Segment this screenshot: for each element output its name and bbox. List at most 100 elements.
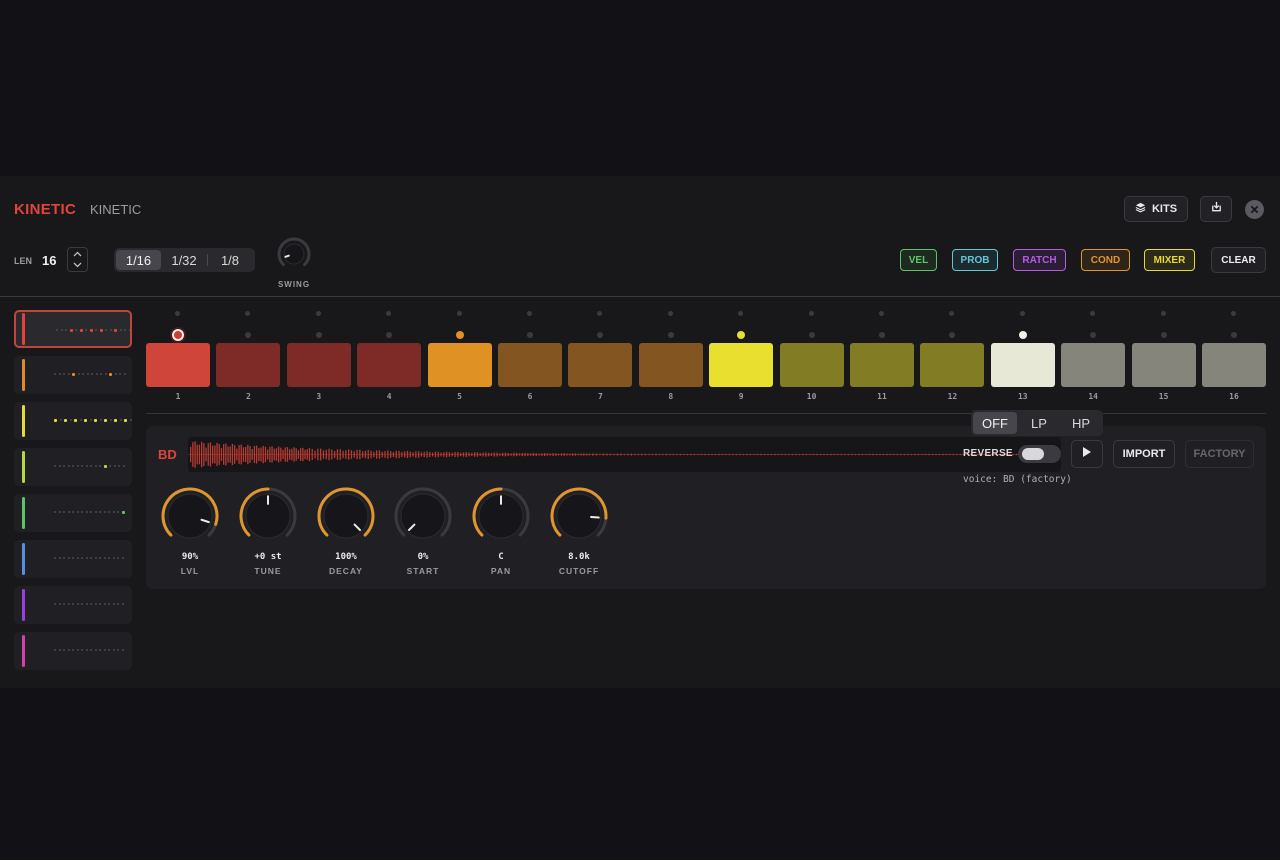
knob-decay[interactable]: 100% DECAY: [316, 486, 376, 576]
step-pad[interactable]: [498, 343, 562, 387]
import-button[interactable]: IMPORT: [1113, 440, 1175, 468]
resolution-option[interactable]: 1/32: [161, 250, 207, 270]
pattern-dot: [79, 328, 83, 332]
pattern-dot: [81, 465, 83, 467]
tag-vel[interactable]: VEL: [900, 249, 937, 271]
waveform-sample: [697, 453, 699, 456]
track-row[interactable]: [14, 356, 132, 394]
play-button[interactable]: [1071, 440, 1103, 468]
resolution-option[interactable]: 1/8: [208, 250, 252, 270]
pattern-dot: [72, 603, 74, 605]
waveform-sample: [256, 445, 258, 464]
reverse-toggle[interactable]: [1018, 445, 1061, 463]
waveform-sample: [865, 453, 867, 456]
track-color-bar: [22, 451, 25, 483]
pattern-dot: [60, 329, 63, 331]
step-pad[interactable]: [638, 343, 703, 387]
tag-ratch[interactable]: RATCH: [1013, 249, 1066, 271]
waveform-sample: [504, 452, 507, 457]
waveform-sample: [882, 453, 885, 456]
tag-prob[interactable]: PROB: [952, 249, 998, 271]
kits-button[interactable]: KITS: [1124, 196, 1188, 222]
step-pad[interactable]: [779, 343, 844, 387]
divider: [0, 296, 1280, 297]
pattern-dot: [72, 372, 75, 376]
waveform-sample: [530, 453, 532, 456]
waveform-sample: [499, 453, 501, 456]
pattern-dot: [109, 372, 112, 376]
knob-cutoff[interactable]: 8.0k CUTOFF: [549, 486, 609, 576]
waveform-sample: [465, 452, 467, 457]
step-pad[interactable]: [568, 343, 633, 387]
knob-graphic[interactable]: [316, 486, 376, 546]
knob-graphic[interactable]: [238, 486, 298, 546]
length-stepper[interactable]: [67, 247, 88, 272]
waveform-sample: [300, 448, 302, 461]
close-button[interactable]: [1245, 200, 1264, 219]
trig-indicator: [175, 311, 180, 316]
filter-option[interactable]: OFF: [973, 412, 1017, 434]
knob-graphic[interactable]: [393, 486, 453, 546]
step-pad[interactable]: [286, 343, 351, 387]
filter-option[interactable]: LP: [1017, 412, 1061, 434]
waveform-sample: [595, 453, 598, 456]
pattern-dot: [122, 465, 125, 467]
waveform-display[interactable]: [188, 437, 1061, 472]
knob-lvl[interactable]: 90% LVL: [160, 486, 220, 576]
waveform-sample: [760, 453, 762, 456]
filter-option[interactable]: HP: [1061, 412, 1101, 434]
tag-mixer[interactable]: MIXER: [1144, 249, 1195, 271]
track-row[interactable]: [14, 540, 132, 578]
track-row[interactable]: [14, 494, 132, 532]
step-pad[interactable]: [146, 343, 210, 387]
factory-button[interactable]: FACTORY: [1185, 440, 1254, 468]
step-pad[interactable]: [1061, 343, 1126, 387]
step-pad[interactable]: [920, 343, 985, 387]
waveform-sample: [440, 452, 442, 457]
waveform-sample: [350, 450, 353, 459]
knob-graphic[interactable]: [471, 486, 531, 546]
voice-name: BD: [158, 447, 177, 462]
trig-indicator: [1090, 311, 1096, 316]
pattern-dot: [84, 418, 87, 422]
step-pad[interactable]: [709, 343, 774, 387]
knob-tune[interactable]: +0 st TUNE: [238, 486, 298, 576]
pattern-dot: [109, 329, 112, 331]
step-pad[interactable]: [216, 343, 281, 387]
step-pad[interactable]: [427, 343, 492, 387]
waveform-sample: [746, 453, 748, 456]
step-pad[interactable]: [850, 343, 914, 387]
step-pad[interactable]: [990, 343, 1055, 387]
clear-button[interactable]: CLEAR: [1211, 247, 1266, 273]
waveform-sample: [302, 447, 304, 462]
waveform-sample: [563, 453, 565, 456]
step-pad[interactable]: [357, 343, 422, 387]
step-pad[interactable]: [1202, 343, 1266, 387]
pattern-dot: [104, 418, 107, 422]
swing-knob[interactable]: [276, 236, 312, 272]
waveform-sample: [683, 453, 685, 456]
track-row[interactable]: [14, 310, 132, 348]
waveform-sample: [847, 453, 850, 456]
track-row[interactable]: [14, 402, 132, 440]
track-row[interactable]: [14, 586, 132, 624]
knob-start[interactable]: 0% START: [393, 486, 453, 576]
track-color-bar: [22, 543, 25, 575]
chevron-down-icon[interactable]: [68, 260, 87, 272]
pattern-dot: [119, 419, 122, 421]
step-pad[interactable]: [1131, 343, 1196, 387]
waveform-sample: [493, 452, 495, 457]
chevron-up-icon[interactable]: [68, 248, 87, 260]
track-row[interactable]: [14, 632, 132, 670]
waveform-sample: [805, 453, 808, 456]
track-row[interactable]: [14, 448, 132, 486]
export-button[interactable]: [1200, 196, 1232, 222]
waveform-sample: [451, 452, 453, 457]
tag-cond[interactable]: COND: [1081, 249, 1130, 271]
knob-pan[interactable]: C PAN: [471, 486, 531, 576]
knob-graphic[interactable]: [160, 486, 220, 546]
resolution-option[interactable]: 1/16: [116, 250, 161, 270]
pattern-dot: [100, 373, 102, 375]
knob-graphic[interactable]: [549, 486, 609, 546]
waveform-sample: [672, 453, 675, 456]
